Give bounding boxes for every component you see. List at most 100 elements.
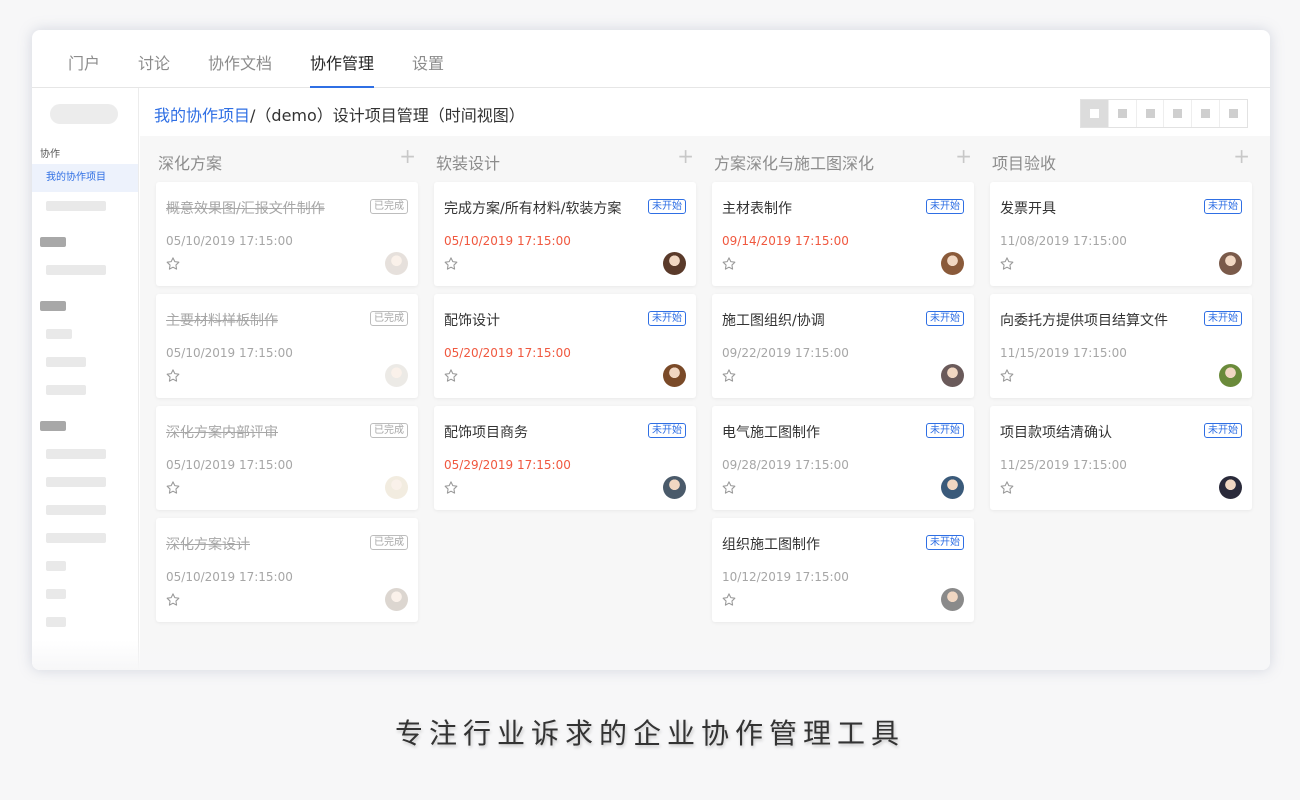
task-due-date: 05/10/2019 17:15:00 — [166, 234, 293, 248]
sidebar-placeholder[interactable] — [46, 533, 106, 543]
sidebar-placeholder[interactable] — [46, 385, 86, 395]
task-card[interactable]: 深化方案设计 已完成 05/10/2019 17:15:00 — [156, 518, 418, 622]
add-card-button[interactable]: + — [399, 146, 416, 166]
star-icon[interactable] — [721, 256, 737, 272]
sidebar-placeholder[interactable] — [46, 265, 106, 275]
task-card[interactable]: 施工图组织/协调 未开始 09/22/2019 17:15:00 — [712, 294, 974, 398]
star-icon[interactable] — [165, 480, 181, 496]
star-icon[interactable] — [721, 480, 737, 496]
sidebar-placeholder-heading — [40, 237, 66, 247]
sidebar-placeholder[interactable] — [46, 617, 66, 627]
task-card[interactable]: 深化方案内部评审 已完成 05/10/2019 17:15:00 — [156, 406, 418, 510]
task-title: 配饰设计 — [444, 313, 500, 329]
assignee-avatar[interactable] — [385, 476, 408, 499]
sidebar-item-my-projects[interactable]: 我的协作项目 — [32, 164, 138, 192]
assignee-avatar[interactable] — [941, 588, 964, 611]
assignee-avatar[interactable] — [941, 476, 964, 499]
task-title: 配饰项目商务 — [444, 425, 528, 441]
view-switcher — [1080, 99, 1248, 128]
task-card[interactable]: 主要材料样板制作 已完成 05/10/2019 17:15:00 — [156, 294, 418, 398]
add-card-button[interactable]: + — [1233, 146, 1250, 166]
task-card[interactable]: 向委托方提供项目结算文件 未开始 11/15/2019 17:15:00 — [990, 294, 1252, 398]
task-title: 深化方案设计 — [166, 537, 250, 553]
task-title: 发票开具 — [1000, 201, 1056, 217]
tab-collab-docs[interactable]: 协作文档 — [208, 50, 272, 88]
add-card-button[interactable]: + — [955, 146, 972, 166]
assignee-avatar[interactable] — [1219, 364, 1242, 387]
task-card[interactable]: 项目款项结清确认 未开始 11/25/2019 17:15:00 — [990, 406, 1252, 510]
view-option-6[interactable] — [1220, 100, 1247, 127]
tab-portal[interactable]: 门户 — [68, 50, 100, 88]
assignee-avatar[interactable] — [663, 364, 686, 387]
add-card-button[interactable]: + — [677, 146, 694, 166]
task-due-date: 05/10/2019 17:15:00 — [166, 570, 293, 584]
column-header: 深化方案 + — [156, 136, 418, 182]
view-option-5[interactable] — [1192, 100, 1221, 127]
task-title: 组织施工图制作 — [722, 537, 820, 553]
main-content: 我的协作项目/（demo）设计项目管理（时间视图） 深化方案 + 概意效果图/汇报文… — [140, 88, 1270, 670]
tab-discussion[interactable]: 讨论 — [138, 50, 170, 88]
task-title: 主材表制作 — [722, 201, 792, 217]
star-icon[interactable] — [999, 480, 1015, 496]
view-option-3[interactable] — [1137, 100, 1165, 127]
status-badge: 未开始 — [1204, 423, 1242, 438]
status-badge: 已完成 — [370, 199, 408, 214]
star-icon[interactable] — [999, 368, 1015, 384]
task-card[interactable]: 组织施工图制作 未开始 10/12/2019 17:15:00 — [712, 518, 974, 622]
assignee-avatar[interactable] — [663, 252, 686, 275]
status-badge: 未开始 — [926, 535, 964, 550]
star-icon[interactable] — [165, 256, 181, 272]
star-icon[interactable] — [443, 480, 459, 496]
sidebar-placeholder[interactable] — [46, 449, 106, 459]
task-due-date: 05/10/2019 17:15:00 — [166, 458, 293, 472]
task-card[interactable]: 完成方案/所有材料/软装方案 未开始 05/10/2019 17:15:00 — [434, 182, 696, 286]
view-option-4[interactable] — [1164, 100, 1193, 127]
sidebar-placeholder[interactable] — [46, 357, 86, 367]
sidebar-placeholder[interactable] — [46, 329, 72, 339]
sidebar-placeholder[interactable] — [46, 201, 106, 211]
assignee-avatar[interactable] — [941, 364, 964, 387]
task-card[interactable]: 电气施工图制作 未开始 09/28/2019 17:15:00 — [712, 406, 974, 510]
task-card[interactable]: 概意效果图/汇报文件制作 已完成 05/10/2019 17:15:00 — [156, 182, 418, 286]
star-icon[interactable] — [443, 256, 459, 272]
assignee-avatar[interactable] — [385, 364, 408, 387]
assignee-avatar[interactable] — [1219, 252, 1242, 275]
tab-settings[interactable]: 设置 — [412, 50, 444, 88]
task-card[interactable]: 发票开具 未开始 11/08/2019 17:15:00 — [990, 182, 1252, 286]
star-icon[interactable] — [999, 256, 1015, 272]
tab-collab-management[interactable]: 协作管理 — [310, 50, 375, 88]
sidebar-placeholder[interactable] — [46, 477, 106, 487]
sidebar-placeholder[interactable] — [46, 505, 106, 515]
task-title: 向委托方提供项目结算文件 — [1000, 313, 1168, 329]
breadcrumb-root-link[interactable]: 我的协作项目 — [154, 106, 250, 125]
task-title: 施工图组织/协调 — [722, 313, 825, 329]
task-due-date: 09/14/2019 17:15:00 — [722, 234, 849, 248]
assignee-avatar[interactable] — [1219, 476, 1242, 499]
star-icon[interactable] — [443, 368, 459, 384]
assignee-avatar[interactable] — [941, 252, 964, 275]
task-card[interactable]: 配饰项目商务 未开始 05/29/2019 17:15:00 — [434, 406, 696, 510]
status-badge: 未开始 — [926, 199, 964, 214]
column-header: 项目验收 + — [990, 136, 1252, 182]
assignee-avatar[interactable] — [385, 252, 408, 275]
star-icon[interactable] — [721, 592, 737, 608]
task-due-date: 10/12/2019 17:15:00 — [722, 570, 849, 584]
assignee-avatar[interactable] — [385, 588, 408, 611]
status-badge: 已完成 — [370, 423, 408, 438]
view-option-2[interactable] — [1109, 100, 1137, 127]
view-option-1[interactable] — [1081, 100, 1109, 127]
sidebar-placeholder[interactable] — [46, 589, 66, 599]
board-column: 项目验收 + 发票开具 未开始 11/08/2019 17:15:00 向委托方提供项目结… — [990, 136, 1252, 510]
task-card[interactable]: 配饰设计 未开始 05/20/2019 17:15:00 — [434, 294, 696, 398]
status-badge: 未开始 — [926, 423, 964, 438]
assignee-avatar[interactable] — [663, 476, 686, 499]
star-icon[interactable] — [165, 368, 181, 384]
sidebar-placeholder[interactable] — [46, 561, 66, 571]
sidebar-search[interactable] — [50, 104, 118, 124]
status-badge: 未开始 — [926, 311, 964, 326]
status-badge: 未开始 — [1204, 311, 1242, 326]
star-icon[interactable] — [721, 368, 737, 384]
task-card[interactable]: 主材表制作 未开始 09/14/2019 17:15:00 — [712, 182, 974, 286]
column-header: 软装设计 + — [434, 136, 696, 182]
star-icon[interactable] — [165, 592, 181, 608]
